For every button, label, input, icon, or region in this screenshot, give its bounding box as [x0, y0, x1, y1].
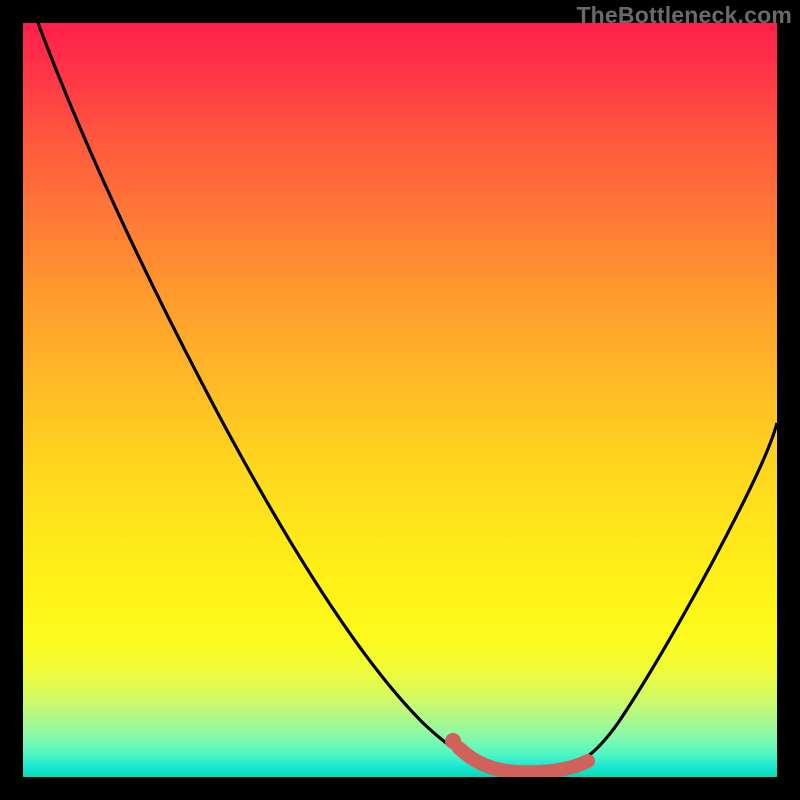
bottleneck-curve-path [38, 23, 777, 772]
watermark-text: TheBottleneck.com [576, 2, 792, 29]
optimal-range-highlight [459, 748, 588, 772]
bottleneck-chart [23, 23, 777, 777]
chart-plot-area [23, 23, 777, 777]
optimal-dot-icon [445, 733, 461, 749]
